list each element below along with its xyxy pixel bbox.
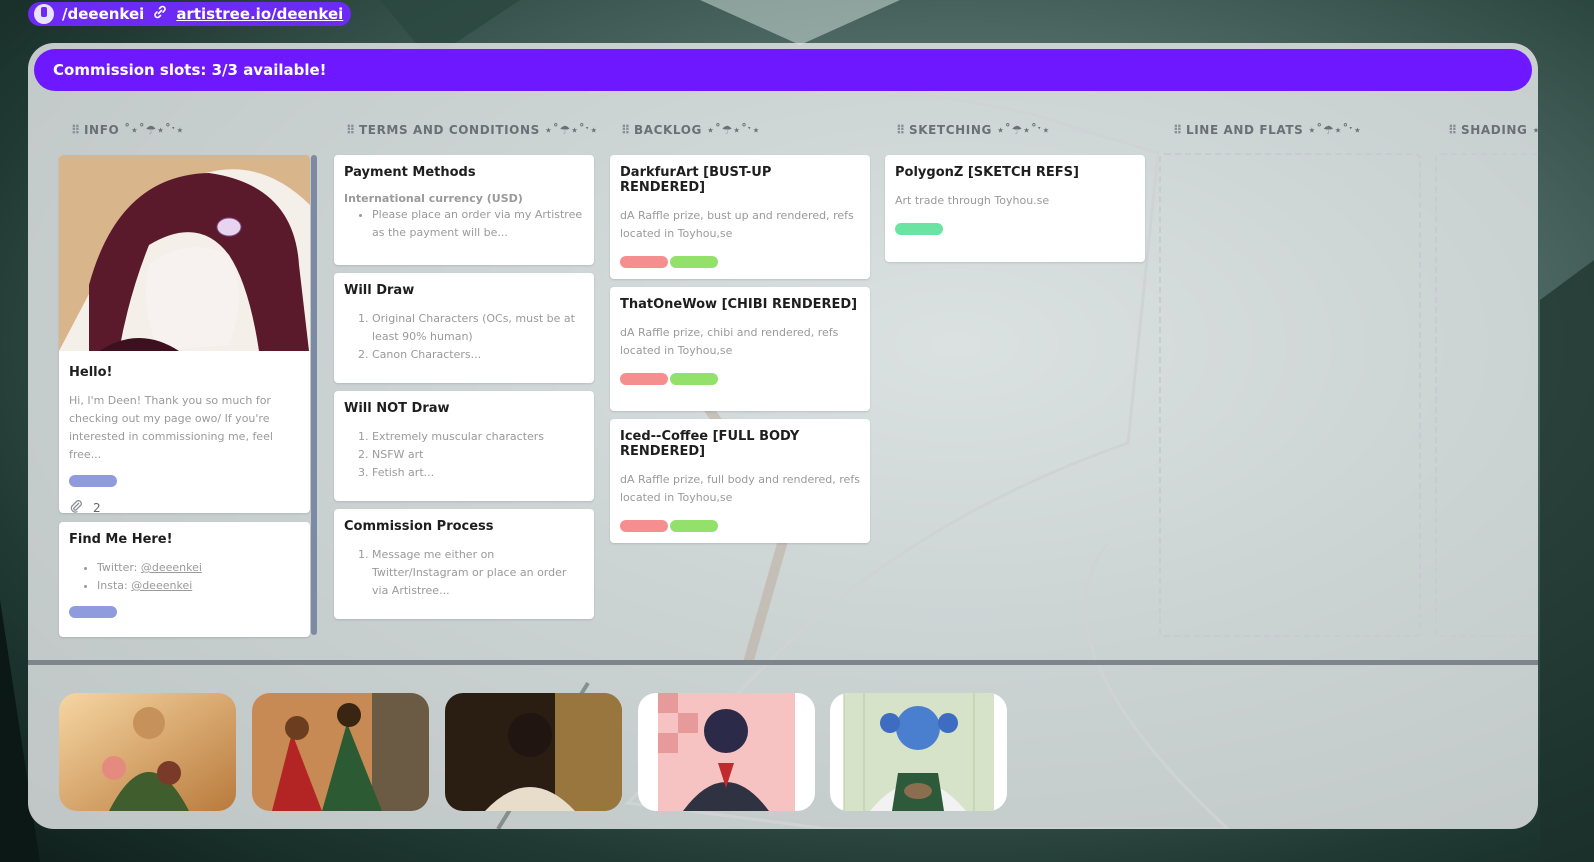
social-label: Twitter: — [97, 561, 141, 574]
terms-card-will-draw[interactable]: Will Draw Original Characters (OCs, must… — [334, 273, 594, 383]
empty-column-dropzone[interactable] — [1159, 153, 1421, 637]
card-title: Will Draw — [344, 283, 415, 298]
list-item: Insta: @deeenkei — [97, 577, 300, 595]
social-label: Insta: — [97, 579, 132, 592]
card-title: Hello! — [69, 365, 113, 380]
cover-image — [59, 155, 310, 351]
gallery-thumbnail[interactable] — [638, 693, 815, 811]
terms-card-payment[interactable]: Payment Methods International currency (… — [334, 155, 594, 265]
attachment-count: 2 — [69, 499, 300, 513]
card-list: Please place an order via my Artistree a… — [344, 206, 584, 242]
instagram-link[interactable]: @deeenkei — [131, 579, 192, 592]
card-list: Message me either on Twitter/Instagram o… — [344, 546, 584, 600]
card-label — [620, 520, 668, 532]
card-list: Original Characters (OCs, must be at lea… — [344, 310, 584, 364]
gallery-thumbnail[interactable] — [252, 693, 429, 811]
card-label — [670, 520, 718, 532]
card-title: PolygonZ [SKETCH REFS] — [895, 165, 1079, 180]
attachment-count-value: 2 — [93, 500, 101, 514]
info-card-find-me[interactable]: Find Me Here! Twitter: @deeenkei Insta: … — [59, 522, 310, 637]
card-label — [69, 475, 117, 487]
list-item: NSFW art — [372, 446, 584, 464]
card-description: Art trade through Toyhou.se — [895, 194, 1050, 207]
card-label — [620, 256, 668, 268]
card-subtitle: International currency (USD) — [344, 192, 523, 205]
list-item: Message me either on Twitter/Instagram o… — [372, 546, 584, 600]
terms-card-commission-process[interactable]: Commission Process Message me either on … — [334, 509, 594, 619]
backlog-card[interactable]: Iced--Coffee [FULL BODY RENDERED] dA Raf… — [610, 419, 870, 543]
card-description: dA Raffle prize, full body and rendered,… — [620, 473, 860, 504]
drag-handle-icon[interactable]: ⠿ — [621, 123, 631, 137]
gallery-divider — [28, 660, 1538, 665]
info-card-hello[interactable]: Hello! Hi, I'm Deen! Thank you so much f… — [59, 155, 310, 513]
terms-card-will-not-draw[interactable]: Will NOT Draw Extremely muscular charact… — [334, 391, 594, 501]
empty-column-dropzone[interactable] — [1435, 153, 1538, 637]
list-item: Twitter: @deeenkei — [97, 559, 300, 577]
card-title: DarkfurArt [BUST-UP RENDERED] — [620, 165, 772, 195]
column-header-shading[interactable]: ⠿SHADING ⋆˚ — [1448, 123, 1538, 137]
column-title: SHADING ⋆˚ — [1460, 123, 1538, 137]
card-title: Payment Methods — [344, 165, 476, 180]
card-title: Commission Process — [344, 519, 494, 534]
artist-handle[interactable]: /deeenkei — [62, 5, 144, 23]
social-list: Twitter: @deeenkei Insta: @deeenkei — [69, 559, 300, 595]
column-title: BACKLOG ⋆˚☂⋆˚ˑ⋆ — [633, 123, 761, 137]
card-label — [620, 373, 668, 385]
gallery-thumbnail[interactable] — [830, 693, 1007, 811]
card-label — [670, 373, 718, 385]
kanban-board: Commission slots: 3/3 available! ⠿ INFO ˚… — [28, 43, 1538, 829]
column-header-info[interactable]: ⠿ INFO ˚⋆˚☂⋆˚ˑ⋆ — [71, 123, 184, 137]
drag-handle-icon[interactable]: ⠿ — [71, 123, 81, 137]
backlog-card[interactable]: ThatOneWow [CHIBI RENDERED] dA Raffle pr… — [610, 287, 870, 411]
artistree-link[interactable]: artistree.io/deenkei — [176, 5, 343, 23]
list-item: Original Characters (OCs, must be at lea… — [372, 310, 584, 346]
column-header-line-flats[interactable]: ⠿ LINE AND FLATS ⋆˚☂⋆˚ˑ⋆ — [1173, 123, 1362, 137]
gallery-thumbnail[interactable] — [445, 693, 622, 811]
backlog-card[interactable]: DarkfurArt [BUST-UP RENDERED] dA Raffle … — [610, 155, 870, 279]
list-item: Fetish art... — [372, 464, 584, 482]
gallery-thumbnail[interactable] — [59, 693, 236, 811]
card-description: Hi, I'm Deen! Thank you so much for chec… — [69, 394, 273, 461]
column-title: INFO ˚⋆˚☂⋆˚ˑ⋆ — [83, 123, 185, 137]
card-title: Find Me Here! — [69, 532, 173, 547]
card-description: dA Raffle prize, bust up and rendered, r… — [620, 209, 854, 240]
list-item: Extremely muscular characters — [372, 428, 584, 446]
drag-handle-icon[interactable]: ⠿ — [1448, 123, 1458, 137]
list-item: Please place an order via my Artistree a… — [372, 206, 584, 242]
column-header-sketching[interactable]: ⠿ SKETCHING ⋆˚☂⋆˚ˑ⋆ — [896, 123, 1050, 137]
card-list: Extremely muscular characters NSFW art F… — [344, 428, 584, 482]
paperclip-icon — [69, 499, 83, 513]
drag-handle-icon[interactable]: ⠿ — [1173, 123, 1183, 137]
card-label — [69, 606, 117, 618]
column-title: LINE AND FLATS ⋆˚☂⋆˚ˑ⋆ — [1185, 123, 1362, 137]
artist-link-bar: /deeenkei artistree.io/deenkei — [28, 2, 352, 26]
sketching-card[interactable]: PolygonZ [SKETCH REFS] Art trade through… — [885, 155, 1145, 262]
commission-slots-banner: Commission slots: 3/3 available! — [34, 49, 1532, 91]
card-label — [895, 223, 943, 235]
twitter-link[interactable]: @deeenkei — [141, 561, 202, 574]
link-icon — [152, 4, 168, 24]
card-title: Iced--Coffee [FULL BODY RENDERED] — [620, 429, 800, 459]
bottle-icon — [34, 4, 54, 24]
column-scrollbar[interactable] — [311, 155, 317, 635]
column-header-terms[interactable]: ⠿ TERMS AND CONDITIONS ⋆˚☂⋆˚ˑ⋆ — [346, 123, 598, 137]
card-title: Will NOT Draw — [344, 401, 450, 416]
drag-handle-icon[interactable]: ⠿ — [896, 123, 906, 137]
card-label — [670, 256, 718, 268]
column-header-backlog[interactable]: ⠿ BACKLOG ⋆˚☂⋆˚ˑ⋆ — [621, 123, 760, 137]
card-title: ThatOneWow [CHIBI RENDERED] — [620, 297, 858, 312]
drag-handle-icon[interactable]: ⠿ — [346, 123, 356, 137]
column-title: TERMS AND CONDITIONS ⋆˚☂⋆˚ˑ⋆ — [358, 123, 599, 137]
list-item: Canon Characters... — [372, 346, 584, 364]
card-description: dA Raffle prize, chibi and rendered, ref… — [620, 326, 839, 357]
column-title: SKETCHING ⋆˚☂⋆˚ˑ⋆ — [908, 123, 1051, 137]
